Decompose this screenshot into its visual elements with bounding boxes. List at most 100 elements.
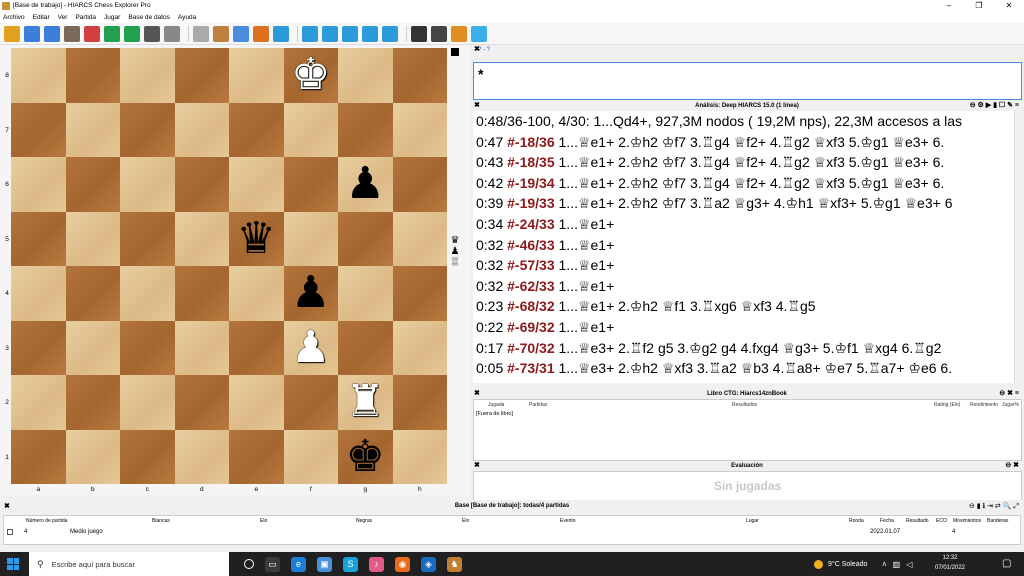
analysis-panel[interactable]: 0:48/36-100, 4/30: 1...Qd4+, 927,3M nodo… [473, 111, 1022, 383]
analysis-line[interactable]: 0:32 #-62/33 1...♕e1+ [473, 276, 1022, 297]
book-col-jugada[interactable]: Jugada [488, 402, 504, 408]
analysis-line[interactable]: 0:43 #-18/35 1...♕e1+ 2.♔h2 ♔f7 3.♖g4 ♕f… [473, 152, 1022, 173]
square-h4[interactable] [392, 266, 447, 321]
square-c8[interactable] [120, 48, 175, 103]
square-d1[interactable] [174, 429, 229, 484]
square-b8[interactable] [65, 48, 120, 103]
square-g5[interactable] [338, 211, 393, 266]
toolbar-button-icon[interactable] [471, 25, 487, 42]
analysis-line[interactable]: 0:47 #-18/36 1...♕e1+ 2.♔h2 ♔f7 3.♖g4 ♕f… [473, 132, 1022, 153]
col-lugar[interactable]: Lugar [746, 518, 759, 524]
firefox-icon[interactable]: ◉ [395, 556, 410, 572]
square-b7[interactable] [65, 102, 120, 157]
skype-icon[interactable]: S [343, 556, 358, 572]
square-f5[interactable] [283, 211, 338, 266]
toolbar-button-icon[interactable] [322, 25, 338, 42]
square-e2[interactable] [229, 375, 284, 430]
close-button[interactable]: ✕ [994, 0, 1024, 11]
toolbar-button-icon[interactable] [233, 25, 249, 42]
analysis-line[interactable]: 0:39 #-19/33 1...♕e1+ 2.♔h2 ♔f7 3.♖a2 ♕g… [473, 193, 1022, 214]
games-table[interactable]: Número de partida Blancas Elo Negras Elo… [3, 515, 1021, 545]
taskbar-clock[interactable]: 12:32 07/01/2022 [930, 553, 970, 573]
toolbar-button-icon[interactable] [302, 25, 318, 42]
maximize-button[interactable]: ❐ [964, 0, 994, 11]
col-eco[interactable]: ECO [936, 518, 947, 524]
analysis-line[interactable]: 0:32 #-46/33 1...♕e1+ [473, 235, 1022, 256]
square-b3[interactable] [65, 320, 120, 375]
col-movimientos[interactable]: Movimientos [953, 518, 981, 524]
toolbar-button-icon[interactable] [24, 25, 40, 42]
book-col-rendimiento[interactable]: Rendimiento [970, 402, 998, 408]
square-g6[interactable]: ♟ [338, 157, 393, 212]
col-banderas[interactable]: Banderas [987, 518, 1008, 524]
analysis-line[interactable]: 0:23 #-68/32 1...♕e1+ 2.♔h2 ♕f1 3.♖xg6 ♕… [473, 296, 1022, 317]
menu-editar[interactable]: Editar [33, 14, 50, 21]
analysis-line[interactable]: 0:48/36-100, 4/30: 1...Qd4+, 927,3M nodo… [473, 111, 1022, 132]
menu-base-de-datos[interactable]: Base de datos [128, 14, 170, 21]
square-a4[interactable] [11, 266, 66, 321]
col-numero[interactable]: Número de partida [26, 518, 67, 524]
toolbar-button-icon[interactable] [193, 25, 209, 42]
square-a2[interactable] [11, 375, 66, 430]
menu-ayuda[interactable]: Ayuda [178, 14, 196, 21]
toolbar-button-icon[interactable] [104, 25, 120, 42]
toolbar-button-icon[interactable] [451, 25, 467, 42]
white-rook-icon[interactable]: ♜ [346, 380, 385, 424]
analysis-line[interactable]: 0:17 #-70/32 1...♕e3+ 2.♖f2 g5 3.♔g2 g4 … [473, 338, 1022, 359]
square-e3[interactable] [229, 320, 284, 375]
analysis-line[interactable]: 0:05 #-73/31 1...♕e3+ 2.♔h2 ♕xf3 3.♖a2 ♕… [473, 358, 1022, 379]
square-c4[interactable] [120, 266, 175, 321]
task-view-icon[interactable]: ▭ [265, 556, 280, 572]
square-b2[interactable] [65, 375, 120, 430]
square-b6[interactable] [65, 157, 120, 212]
col-ronda[interactable]: Ronda [849, 518, 864, 524]
col-fecha[interactable]: Fecha [880, 518, 894, 524]
square-a3[interactable] [11, 320, 66, 375]
black-queen-icon[interactable]: ♛ [237, 216, 276, 261]
square-f4[interactable]: ♟ [283, 266, 338, 321]
toolbar-button-icon[interactable] [4, 25, 20, 42]
taskbar-search[interactable]: ⚲ Escribe aquí para buscar [29, 552, 229, 576]
windows-start-icon[interactable] [7, 558, 19, 570]
square-d3[interactable] [174, 320, 229, 375]
toolbar-button-icon[interactable] [213, 25, 229, 42]
col-elo-white[interactable]: Elo [260, 518, 267, 524]
square-g8[interactable] [338, 48, 393, 103]
black-pawn-icon[interactable]: ♟ [291, 271, 330, 315]
square-g2[interactable]: ♜ [338, 375, 393, 430]
book-panel[interactable]: Jugada Partidas Resultados Rating (Elo) … [473, 399, 1022, 461]
analysis-line[interactable]: 0:03 #-74/30 1...♕e3+ 2.♔h2 ♕xf3 3.♖a2 ♕… [473, 379, 1022, 383]
square-a1[interactable] [11, 429, 66, 484]
square-b1[interactable] [65, 429, 120, 484]
book-toolbar-icons[interactable]: ⊖ ✖ ≡ [999, 389, 1019, 399]
white-pawn-icon[interactable]: ♟ [291, 325, 330, 370]
vpn-icon[interactable]: ◈ [421, 556, 436, 572]
network-icon[interactable]: ▥ [893, 560, 901, 569]
square-g7[interactable] [338, 102, 393, 157]
analysis-close-icon[interactable]: ✖ [474, 101, 480, 111]
square-d5[interactable] [174, 211, 229, 266]
toolbar-button-icon[interactable] [124, 25, 140, 42]
analysis-line[interactable]: 0:42 #-19/34 1...♕e1+ 2.♔h2 ♔f7 3.♖g4 ♕f… [473, 173, 1022, 194]
toolbar-button-icon[interactable] [164, 25, 180, 42]
square-e8[interactable] [229, 48, 284, 103]
square-h7[interactable] [392, 102, 447, 157]
notation-panel[interactable]: * [473, 62, 1022, 100]
menu-ver[interactable]: Ver [58, 14, 68, 21]
chevron-up-icon[interactable]: ˄ [882, 560, 887, 569]
square-a6[interactable] [11, 157, 66, 212]
square-d7[interactable] [174, 102, 229, 157]
toolbar-button-icon[interactable] [84, 25, 100, 42]
toolbar-button-icon[interactable] [144, 25, 160, 42]
book-col-rating[interactable]: Rating (Elo) [934, 402, 960, 408]
menu-jugar[interactable]: Jugar [104, 14, 120, 21]
square-f6[interactable] [283, 157, 338, 212]
toolbar-button-icon[interactable] [362, 25, 378, 42]
black-king-icon[interactable]: ♚ [346, 434, 385, 479]
square-c3[interactable] [120, 320, 175, 375]
square-h3[interactable] [392, 320, 447, 375]
square-c1[interactable] [120, 429, 175, 484]
col-blancas[interactable]: Blancas [152, 518, 170, 524]
square-a7[interactable] [11, 102, 66, 157]
square-f2[interactable] [283, 375, 338, 430]
